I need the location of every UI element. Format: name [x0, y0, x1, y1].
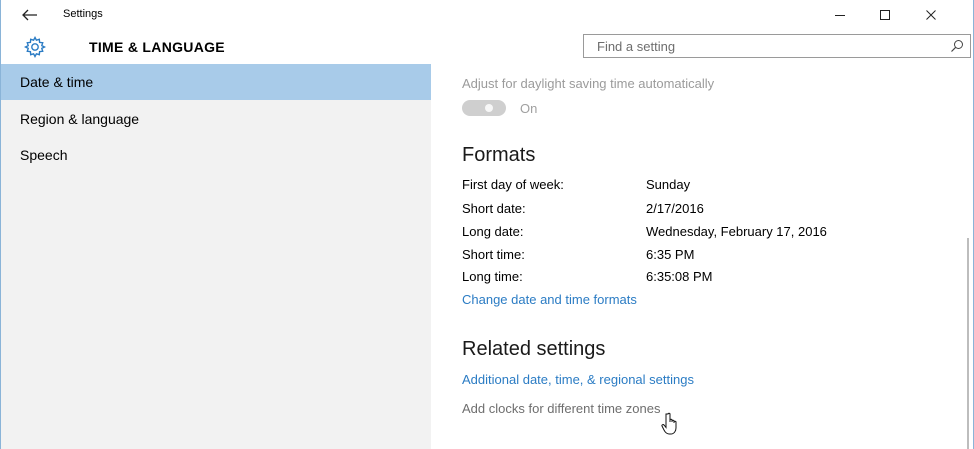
- hand-cursor-icon: [661, 412, 677, 435]
- maximize-icon: [880, 10, 890, 20]
- dst-label: Adjust for daylight saving time automati…: [462, 76, 715, 91]
- long-time-value: 6:35:08 PM: [646, 269, 713, 284]
- close-icon: [926, 10, 936, 20]
- minimize-button[interactable]: [818, 0, 862, 30]
- search-placeholder: Find a setting: [597, 39, 676, 54]
- search-icon[interactable]: [950, 39, 964, 53]
- formats-heading: Formats: [462, 144, 536, 166]
- short-time-value: 6:35 PM: [646, 247, 695, 262]
- sidebar-item-date-time[interactable]: Date & time: [1, 64, 431, 100]
- long-date-value: Wednesday, February 17, 2016: [646, 224, 827, 239]
- sidebar: Date & time Region & language Speech: [1, 64, 431, 449]
- minimize-icon: [835, 15, 845, 16]
- additional-settings-link[interactable]: Additional date, time, & regional settin…: [462, 372, 694, 387]
- sidebar-item-region-language[interactable]: Region & language: [1, 101, 431, 137]
- maximize-button[interactable]: [863, 0, 907, 30]
- window-title: Settings: [63, 8, 103, 20]
- back-button[interactable]: [15, 2, 45, 28]
- first-day-label: First day of week:: [462, 177, 564, 192]
- scrollbar-thumb[interactable]: [967, 238, 969, 449]
- change-formats-link[interactable]: Change date and time formats: [462, 292, 637, 307]
- title-bar: Settings: [1, 0, 973, 30]
- first-day-value: Sunday: [646, 177, 691, 192]
- search-input[interactable]: Find a setting: [583, 34, 971, 58]
- dst-toggle-state: On: [520, 101, 538, 116]
- gear-icon: [23, 35, 47, 59]
- back-arrow-icon: [22, 9, 37, 21]
- settings-window: Settings TIME & LANGUAGE Find a setting …: [0, 0, 974, 449]
- short-time-label: Short time:: [462, 247, 525, 262]
- dst-toggle[interactable]: [462, 100, 506, 116]
- sidebar-item-speech[interactable]: Speech: [1, 137, 431, 173]
- close-button[interactable]: [909, 0, 953, 30]
- long-time-label: Long time:: [462, 269, 523, 284]
- toggle-knob: [485, 104, 493, 112]
- header: TIME & LANGUAGE Find a setting: [1, 30, 973, 64]
- related-settings-heading: Related settings: [462, 338, 606, 360]
- short-date-value: 2/17/2016: [646, 201, 704, 216]
- page-title: TIME & LANGUAGE: [89, 39, 225, 55]
- add-clocks-link[interactable]: Add clocks for different time zones: [462, 401, 660, 416]
- main-content: Adjust for daylight saving time automati…: [431, 64, 967, 449]
- long-date-label: Long date:: [462, 224, 524, 239]
- short-date-label: Short date:: [462, 201, 526, 216]
